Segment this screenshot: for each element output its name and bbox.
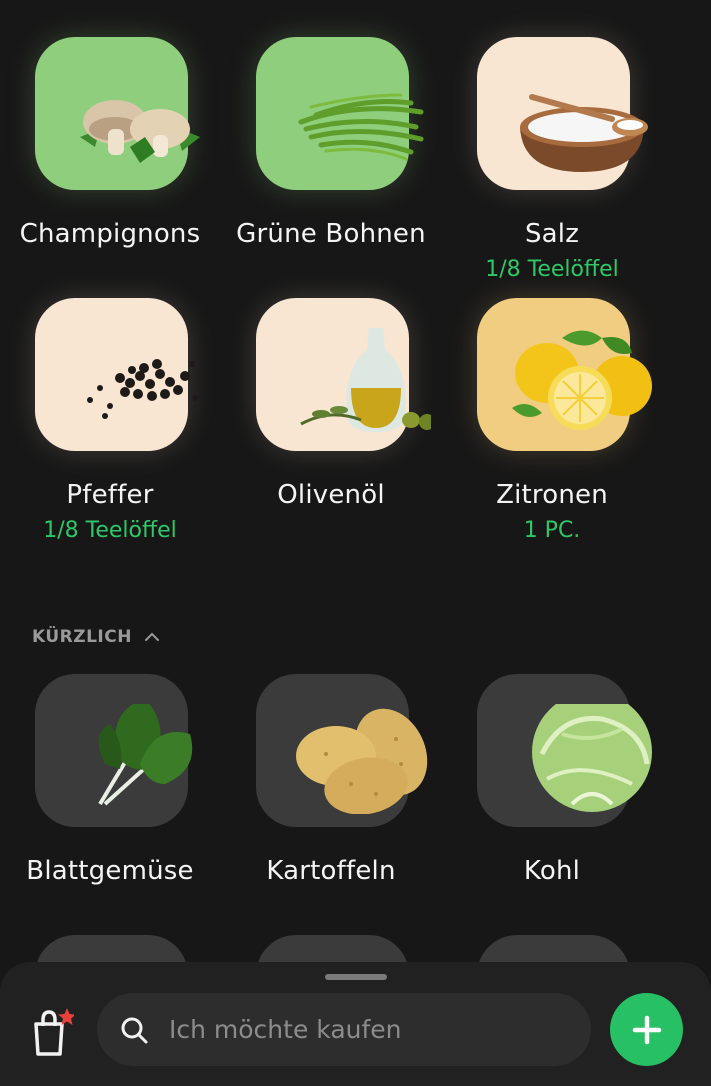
ingredient-name: Salz xyxy=(524,219,580,249)
recent-section-label: KÜRZLICH xyxy=(32,627,132,647)
potato-icon xyxy=(296,708,428,814)
ingredient-name: Blattgemüse xyxy=(26,856,194,886)
green-beans-icon xyxy=(298,93,424,161)
chevron-up-icon xyxy=(144,632,159,641)
ingredient-name: Kartoffeln xyxy=(266,856,396,886)
cabbage-icon xyxy=(532,704,652,812)
search-bar[interactable]: Ich möchte kaufen xyxy=(97,993,591,1066)
ingredient-name: Champignons xyxy=(19,219,201,249)
search-icon xyxy=(121,1017,148,1043)
bottom-bar: Ich möchte kaufen xyxy=(0,962,711,1086)
shopping-bag-icon[interactable] xyxy=(30,1008,74,1058)
lemon-icon xyxy=(512,330,652,430)
ingredient-name: Olivenöl xyxy=(277,480,385,510)
olive-oil-icon xyxy=(300,328,431,432)
ingredient-quantity: 1/8 Teelöffel xyxy=(485,257,619,282)
leafy-greens-icon xyxy=(98,704,193,806)
mushroom-icon xyxy=(80,100,200,163)
ingredient-name: Kohl xyxy=(523,856,581,886)
add-button[interactable] xyxy=(610,993,683,1066)
ingredient-quantity: 1/8 Teelöffel xyxy=(43,518,177,543)
ingredient-quantity: 1 PC. xyxy=(523,518,581,543)
salt-bowl-icon xyxy=(520,94,648,172)
ingredient-name: Grüne Bohnen xyxy=(236,219,426,249)
peppercorn-icon xyxy=(87,359,198,419)
ingredient-name: Pfeffer xyxy=(66,480,154,510)
recent-section-toggle[interactable]: KÜRZLICH xyxy=(32,627,160,647)
search-placeholder: Ich möchte kaufen xyxy=(169,1015,402,1044)
plus-icon xyxy=(632,1015,661,1044)
ingredient-name: Zitronen xyxy=(496,480,608,510)
drag-handle[interactable] xyxy=(325,974,387,980)
